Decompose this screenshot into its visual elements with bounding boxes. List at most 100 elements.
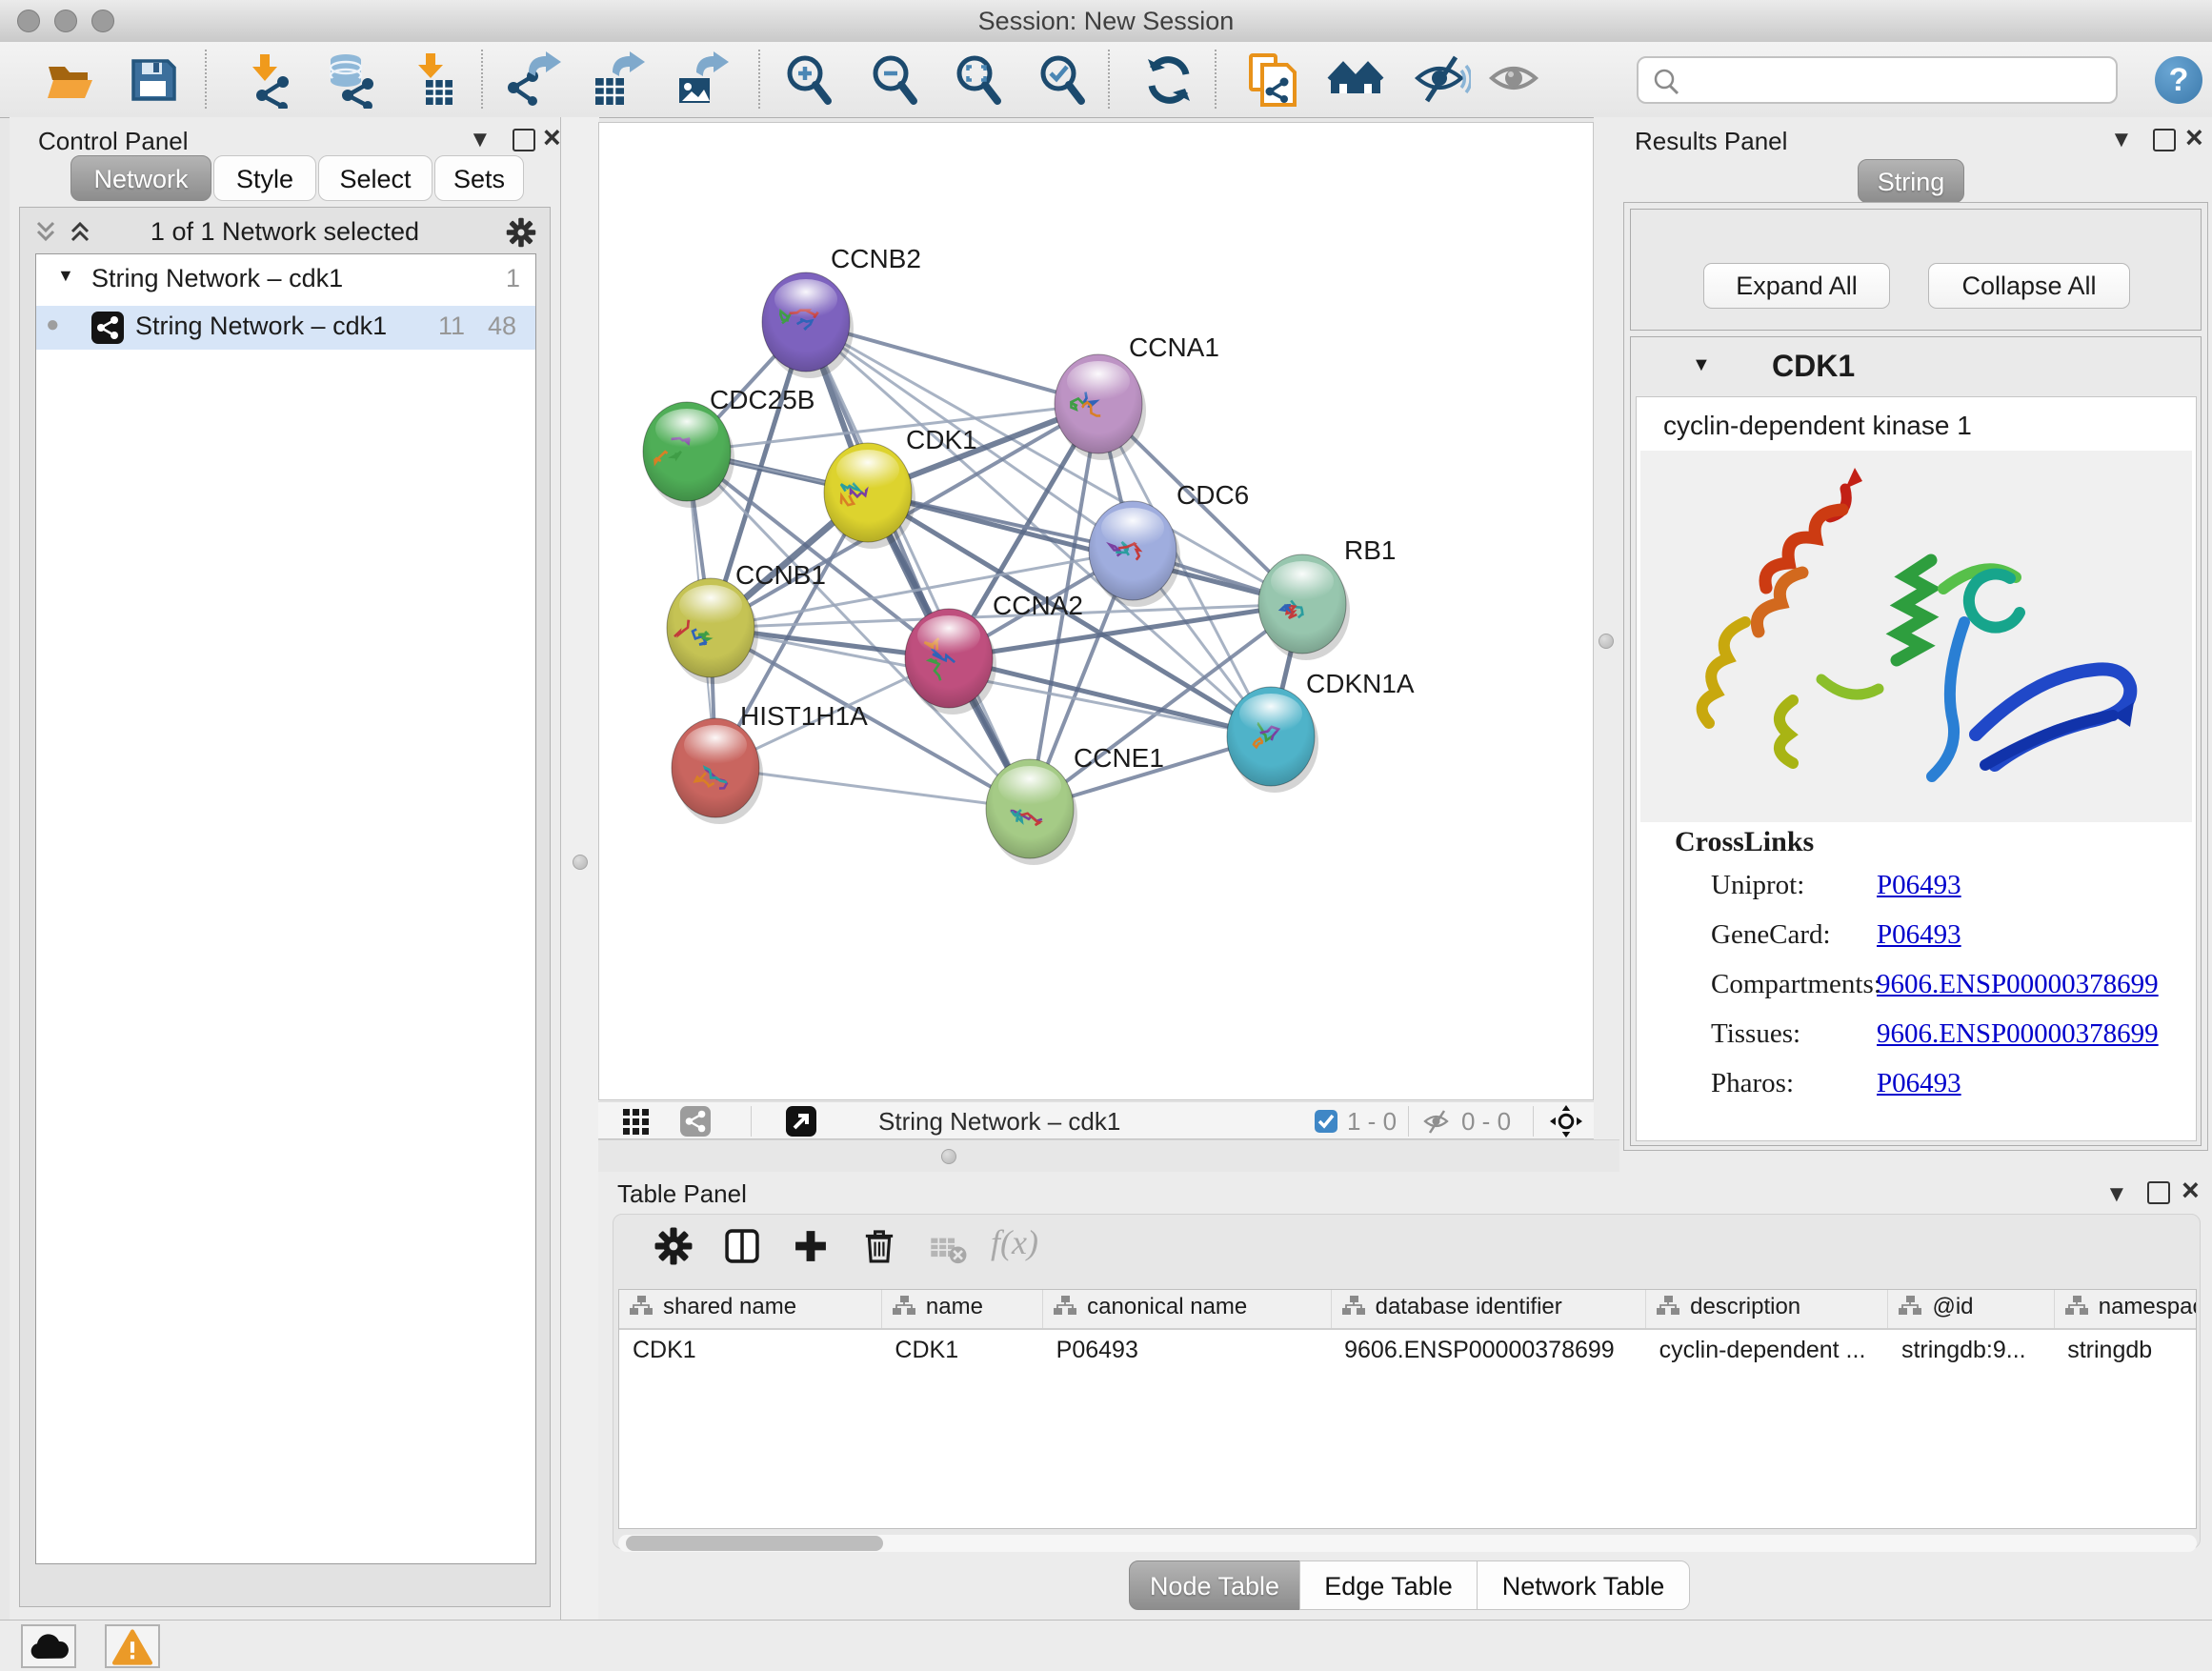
crosslink-tissues-link[interactable]: 9606.ENSP00000378699 [1877,1018,2159,1050]
delete-table-button-disabled[interactable] [926,1228,970,1272]
collapse-panel-icon[interactable]: ▼ [2110,129,2133,151]
tree-expand-icon[interactable]: ▼ [57,266,74,286]
column-header[interactable]: canonical name [1043,1290,1331,1329]
cell-database-identifier[interactable]: 9606.ENSP00000378699 [1331,1329,1645,1370]
first-neighbors-button[interactable] [1327,51,1384,109]
show-all-button[interactable] [1488,51,1545,109]
gear-icon [652,1224,695,1268]
open-session-button[interactable] [42,51,99,109]
node-count: 11 [438,312,465,341]
network-node[interactable]: CCNB1 [667,560,826,684]
crosslink-compartments-link[interactable]: 9606.ENSP00000378699 [1877,969,2159,1000]
scrollbar-thumb[interactable] [626,1536,883,1551]
table-row[interactable]: CDK1 CDK1 P06493 9606.ENSP00000378699 cy… [619,1329,2197,1370]
table-settings-button[interactable] [652,1224,695,1268]
tab-style[interactable]: Style [213,155,316,201]
network-edge[interactable] [806,322,1030,809]
crosslink-pharos-link[interactable]: P06493 [1877,1068,1961,1099]
network-canvas[interactable]: CCNB2CCNA1CDC25BCDK1CDC6RB1CCNB1CCNA2CDK… [598,122,1594,1100]
zoom-out-button[interactable] [866,51,923,109]
function-builder-button-disabled[interactable]: f(x) [991,1222,1038,1262]
cell-canonical-name[interactable]: P06493 [1043,1329,1331,1370]
create-column-button[interactable] [789,1224,833,1268]
vertical-splitter-left[interactable] [560,117,599,1620]
section-expand-icon[interactable]: ▼ [1692,354,1711,376]
column-header[interactable]: namespace [2054,1290,2197,1329]
duplicate-networks-button[interactable] [1243,51,1300,109]
warnings-button[interactable] [105,1624,160,1668]
network-collection-row[interactable]: ▼ String Network – cdk1 1 [36,258,535,302]
search-input[interactable] [1688,62,2111,100]
apply-layout-button[interactable] [1140,51,1197,109]
splitter-handle[interactable] [573,855,588,870]
collapse-all-button[interactable]: Collapse All [1928,263,2130,309]
zoom-in-button[interactable] [780,51,837,109]
hide-selected-button[interactable] [1414,51,1471,109]
birds-eye-view-icon[interactable] [622,1108,651,1137]
string-network-badge-icon[interactable] [680,1106,711,1137]
splitter-handle[interactable] [1599,634,1614,649]
network-node[interactable]: CDC6 [1089,480,1249,607]
open-in-window-icon[interactable] [786,1106,816,1137]
help-button[interactable]: ? [2155,56,2202,104]
import-network-file-button[interactable] [239,51,296,109]
tab-select[interactable]: Select [318,155,432,201]
vertical-splitter-right[interactable] [1594,117,1619,1139]
network-node[interactable]: CDC25B [643,385,814,508]
float-panel-icon[interactable] [2153,129,2176,151]
cell-shared-name[interactable]: CDK1 [619,1329,881,1370]
cell-namespace[interactable]: stringdb [2054,1329,2197,1370]
tab-network[interactable]: Network [70,155,211,201]
cell-id[interactable]: stringdb:9... [1888,1329,2054,1370]
column-header[interactable]: shared name [619,1290,881,1329]
show-columns-button[interactable] [720,1224,764,1268]
zoom-selected-button[interactable] [1034,51,1091,109]
collapse-panel-icon[interactable]: ▼ [469,129,492,151]
network-node[interactable]: RB1 [1258,535,1396,660]
import-table-button[interactable] [407,51,464,109]
splitter-handle[interactable] [941,1149,956,1164]
close-panel-icon[interactable]: × [2182,1175,2200,1205]
tab-sets[interactable]: Sets [434,155,524,201]
close-panel-icon[interactable]: × [2185,122,2203,152]
export-table-button[interactable] [590,51,647,109]
export-image-button[interactable] [674,51,731,109]
network-graph[interactable]: CCNB2CCNA1CDC25BCDK1CDC6RB1CCNB1CCNA2CDK… [599,123,1595,1101]
export-network-button[interactable] [506,51,563,109]
close-panel-icon[interactable]: × [543,122,561,152]
horizontal-scrollbar[interactable] [618,1535,2197,1552]
import-network-database-button[interactable] [321,51,378,109]
expand-all-button[interactable]: Expand All [1703,263,1890,309]
cell-name[interactable]: CDK1 [881,1329,1042,1370]
float-panel-icon[interactable] [2147,1181,2170,1204]
gear-icon[interactable] [504,215,538,250]
fit-selected-crosshair-icon[interactable] [1550,1105,1582,1137]
crosslink-uniprot-link[interactable]: P06493 [1877,870,1961,901]
column-header[interactable]: name [881,1290,1042,1329]
column-header[interactable]: description [1646,1290,1888,1329]
network-row-selected[interactable]: ● String Network – cdk1 11 48 [36,306,535,350]
column-header[interactable]: database identifier [1331,1290,1645,1329]
crosslink-genecard-link[interactable]: P06493 [1877,919,1961,951]
column-header[interactable]: @id [1888,1290,2054,1329]
delete-table-icon [926,1228,970,1272]
column-label: @id [1932,1294,1973,1319]
float-panel-icon[interactable] [513,129,535,151]
network-node[interactable]: CCNB2 [762,244,921,378]
collapse-panel-icon[interactable]: ▼ [2105,1183,2128,1206]
node-label: CDC6 [1176,480,1249,510]
zoom-fit-button[interactable] [950,51,1007,109]
delete-column-button[interactable] [857,1224,901,1268]
cell-description[interactable]: cyclin-dependent ... [1646,1329,1888,1370]
network-node[interactable]: HIST1H1A [672,701,868,824]
tab-node-table[interactable]: Node Table [1129,1560,1300,1610]
save-session-button[interactable] [124,51,181,109]
tab-string[interactable]: String [1858,159,1964,203]
hidden-eye-slash-icon[interactable] [1423,1108,1452,1137]
cloud-status-button[interactable] [21,1624,76,1668]
tab-network-table[interactable]: Network Table [1477,1560,1690,1610]
network-node[interactable]: CDKN1A [1227,669,1415,793]
network-node[interactable]: CCNE1 [986,743,1164,865]
tab-edge-table[interactable]: Edge Table [1299,1560,1478,1610]
selected-checkbox-icon[interactable] [1315,1110,1337,1133]
